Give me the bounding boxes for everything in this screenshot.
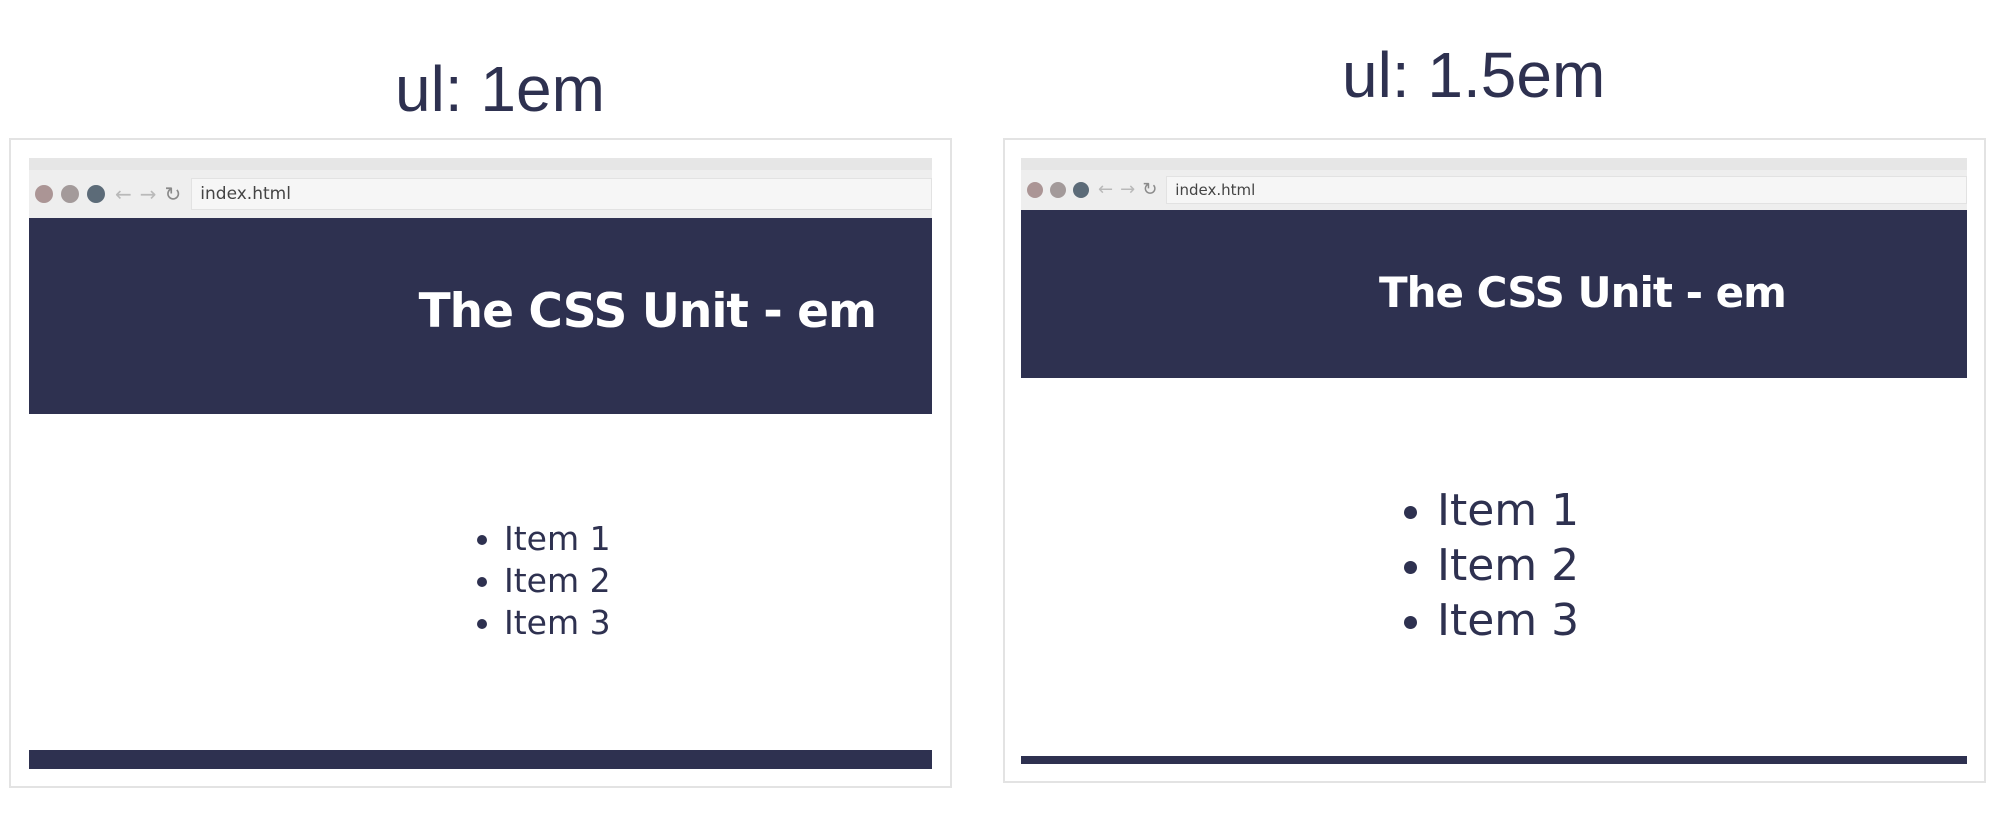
forward-arrow-icon[interactable]: → bbox=[140, 184, 157, 204]
left-address-bar[interactable]: index.html bbox=[191, 178, 932, 210]
left-page-footer bbox=[29, 750, 932, 769]
back-arrow-icon[interactable]: ← bbox=[115, 184, 132, 204]
left-caption: ul: 1em bbox=[395, 53, 605, 125]
zoom-button[interactable] bbox=[1073, 182, 1089, 198]
right-page-footer bbox=[1021, 756, 1967, 764]
back-arrow-icon[interactable]: ← bbox=[1098, 181, 1113, 199]
minimize-button[interactable] bbox=[61, 185, 79, 203]
left-browser-toolbar: ← → ↻ index.html bbox=[29, 158, 932, 218]
reload-icon[interactable]: ↻ bbox=[1142, 181, 1157, 199]
reload-icon[interactable]: ↻ bbox=[165, 184, 182, 204]
address-bar-url: index.html bbox=[1175, 181, 1256, 199]
close-button[interactable] bbox=[1027, 182, 1043, 198]
left-header-title: The CSS Unit - em bbox=[418, 284, 877, 339]
list-item: Item 3 bbox=[1437, 593, 1579, 648]
right-address-bar[interactable]: index.html bbox=[1166, 176, 1967, 204]
right-browser-window: ← → ↻ index.html The CSS Unit - em Item … bbox=[1003, 138, 1986, 783]
list-item: Item 1 bbox=[1437, 483, 1579, 538]
minimize-button[interactable] bbox=[1050, 182, 1066, 198]
right-browser-toolbar: ← → ↻ index.html bbox=[1021, 158, 1967, 210]
list-item: Item 3 bbox=[504, 602, 611, 644]
list-item: Item 2 bbox=[1437, 538, 1579, 593]
left-page-header: The CSS Unit - em bbox=[29, 218, 932, 414]
left-browser-window: ← → ↻ index.html The CSS Unit - em Item … bbox=[9, 138, 952, 788]
right-item-list: Item 1 Item 2 Item 3 bbox=[1437, 483, 1579, 648]
list-item: Item 1 bbox=[504, 518, 611, 560]
right-caption: ul: 1.5em bbox=[1342, 39, 1606, 111]
zoom-button[interactable] bbox=[87, 185, 105, 203]
left-item-list: Item 1 Item 2 Item 3 bbox=[504, 518, 611, 644]
right-header-title: The CSS Unit - em bbox=[1379, 268, 1787, 317]
address-bar-url: index.html bbox=[200, 184, 291, 204]
right-page-header: The CSS Unit - em bbox=[1021, 210, 1967, 378]
forward-arrow-icon[interactable]: → bbox=[1120, 181, 1135, 199]
close-button[interactable] bbox=[35, 185, 53, 203]
list-item: Item 2 bbox=[504, 560, 611, 602]
